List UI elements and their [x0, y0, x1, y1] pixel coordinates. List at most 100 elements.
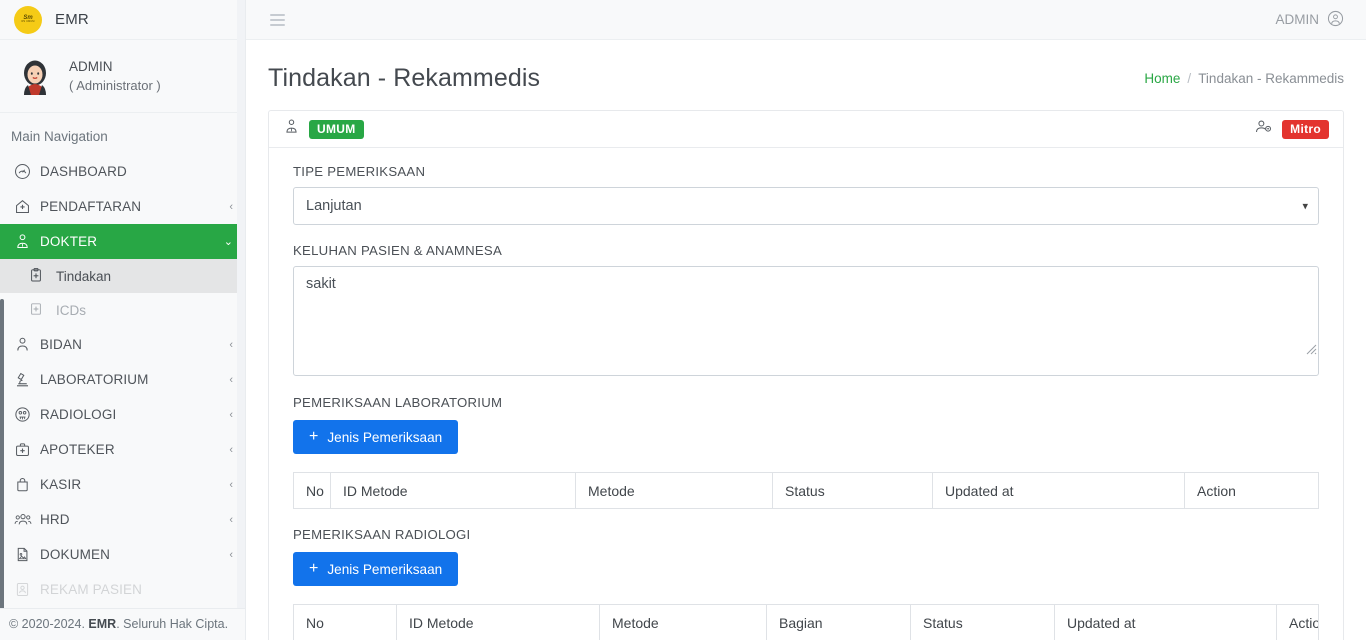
tipe-pemeriksaan-label: TIPE PEMERIKSAAN [293, 164, 426, 179]
chevron-left-icon: ‹ [229, 513, 233, 526]
radiologi-section-label: PEMERIKSAAN RADIOLOGI [293, 527, 471, 542]
sidebar-item-icds[interactable]: ICDs [0, 293, 245, 327]
sidebar-item-dokter[interactable]: DOKTER ⌄ [0, 224, 245, 259]
breadcrumb: Home / Tindakan - Rekammedis [1144, 71, 1344, 86]
card-header: UMUM Mitro [269, 111, 1343, 148]
sidebar: Sm RS UMUM EMR ADMIN ( Administrator) M… [0, 0, 246, 640]
sidebar-scrollbar[interactable] [0, 299, 4, 629]
main-area: ADMIN Tindakan - Rekammedis Home / Tinda… [246, 0, 1366, 640]
avatar [16, 57, 54, 95]
bag-icon [14, 476, 40, 493]
lab-section-label: PEMERIKSAAN LABORATORIUM [293, 395, 503, 410]
sidebar-nav: DASHBOARD PENDAFTARAN ‹ DOKTER ⌄ Tindaka… [0, 154, 245, 640]
breadcrumb-current: Tindakan - Rekammedis [1198, 70, 1344, 86]
patient-record-icon [14, 581, 40, 598]
add-radiologi-jenis-pemeriksaan-button[interactable]: + Jenis Pemeriksaan [293, 552, 459, 586]
brand-name: EMR [55, 11, 89, 28]
sidebar-item-label: BIDAN [40, 337, 83, 352]
footer-prefix: © 2020-2024. [9, 617, 89, 631]
brand-logo-icon: Sm RS UMUM [14, 5, 42, 34]
sidebar-item-apoteker[interactable]: APOTEKER ‹ [0, 432, 245, 467]
sidebar-item-label: RADIOLOGI [40, 407, 117, 422]
button-label: Jenis Pemeriksaan [327, 561, 443, 577]
nav-header: Main Navigation [11, 129, 108, 144]
table-col-updated-at: Updated at [932, 472, 1185, 509]
table-col-status: Status [772, 472, 933, 509]
clipboard-plus-icon [28, 267, 56, 286]
sidebar-item-tindakan[interactable]: Tindakan [0, 259, 245, 293]
table-col-metode: Metode [575, 472, 773, 509]
chevron-left-icon: ‹ [229, 373, 233, 386]
breadcrumb-separator: / [1187, 70, 1192, 86]
brand[interactable]: Sm RS UMUM EMR [0, 0, 245, 40]
doctor-icon [14, 233, 40, 250]
keluhan-textarea[interactable] [293, 266, 1319, 376]
radiology-icon [14, 406, 40, 423]
table-col-metode: Metode [599, 604, 767, 640]
sidebar-item-pendaftaran[interactable]: PENDAFTARAN ‹ [0, 189, 245, 224]
sidebar-item-bidan[interactable]: BIDAN ‹ [0, 327, 245, 362]
table-col-no: No [293, 604, 397, 640]
add-lab-jenis-pemeriksaan-button[interactable]: + Jenis Pemeriksaan [293, 420, 459, 454]
user-circle-icon [1327, 10, 1344, 30]
footer-suffix: . Seluruh Hak Cipta. [116, 617, 229, 631]
breadcrumb-home[interactable]: Home [1144, 71, 1180, 86]
footer-copyright: © 2020-2024. EMR. Seluruh Hak Cipta. [0, 608, 245, 640]
page-title: Tindakan - Rekammedis [268, 63, 541, 92]
sidebar-item-hrd[interactable]: HRD ‹ [0, 502, 245, 537]
sidebar-item-label: DASHBOARD [40, 164, 127, 179]
radiologi-table: No ID Metode Metode Bagian Status Update… [293, 604, 1319, 640]
button-label: Jenis Pemeriksaan [327, 429, 443, 445]
medkit-icon [14, 441, 40, 458]
topbar-user-menu[interactable]: ADMIN [1276, 10, 1345, 30]
doctor-icon [283, 118, 300, 140]
chevron-left-icon: ‹ [229, 548, 233, 561]
table-col-updated-at: Updated at [1054, 604, 1277, 640]
card-body: TIPE PEMERIKSAAN Lanjutan ▾ KELUHAN PASI… [269, 148, 1343, 640]
user-check-icon [1254, 118, 1273, 140]
sidebar-subitem-label: ICDs [56, 302, 86, 318]
sidebar-item-label: HRD [40, 512, 70, 527]
keluhan-wrap [293, 266, 1319, 376]
sidebar-item-label: REKAM PASIEN [40, 582, 143, 597]
tipe-pemeriksaan-select[interactable]: Lanjutan [293, 187, 1319, 225]
midwife-icon [14, 336, 40, 353]
users-icon [14, 511, 40, 528]
user-info: ADMIN ( Administrator ) [69, 59, 161, 93]
table-col-id-metode: ID Metode [330, 472, 576, 509]
dashboard-icon [14, 163, 40, 180]
app-root: Sm RS UMUM EMR ADMIN ( Administrator) M… [0, 0, 1366, 640]
sidebar-scroll-track[interactable] [237, 0, 245, 640]
hamburger-icon[interactable] [270, 13, 285, 26]
sidebar-item-dokumen[interactable]: DOKUMEN ‹ [0, 537, 245, 572]
document-icon [14, 546, 40, 563]
user-panel[interactable]: ADMIN ( Administrator ) [0, 40, 245, 113]
card-header-left: UMUM [283, 118, 364, 140]
chevron-left-icon: ‹ [229, 200, 233, 213]
user-role: ( Administrator ) [69, 78, 161, 93]
sidebar-item-kasir[interactable]: KASIR ‹ [0, 467, 245, 502]
sidebar-item-radiologi[interactable]: RADIOLOGI ‹ [0, 397, 245, 432]
table-col-bagian: Bagian [766, 604, 911, 640]
table-col-action: Action [1276, 604, 1319, 640]
sidebar-item-label: DOKUMEN [40, 547, 111, 562]
lab-table: No ID Metode Metode Status Updated at Ac… [293, 472, 1319, 509]
sidebar-item-rekam-pasien[interactable]: REKAM PASIEN [0, 572, 245, 607]
sidebar-item-label: LABORATORIUM [40, 372, 149, 387]
sidebar-subitem-label: Tindakan [56, 268, 112, 284]
microscope-icon [14, 371, 40, 388]
footer-brand: EMR [88, 617, 117, 631]
sidebar-item-label: PENDAFTARAN [40, 199, 142, 214]
sidebar-item-laboratorium[interactable]: LABORATORIUM ‹ [0, 362, 245, 397]
sidebar-item-dashboard[interactable]: DASHBOARD [0, 154, 245, 189]
content-header: Tindakan - Rekammedis Home / Tindakan - … [246, 40, 1366, 102]
brand-logo-bottom: RS UMUM [21, 20, 35, 24]
chevron-left-icon: ‹ [229, 443, 233, 456]
user-name: ADMIN [69, 59, 113, 74]
plus-icon: + [309, 560, 319, 577]
sidebar-item-label: DOKTER [40, 234, 98, 249]
table-col-status: Status [910, 604, 1055, 640]
card-header-right: Mitro [1254, 118, 1329, 140]
table-col-id-metode: ID Metode [396, 604, 600, 640]
sidebar-item-label: APOTEKER [40, 442, 115, 457]
